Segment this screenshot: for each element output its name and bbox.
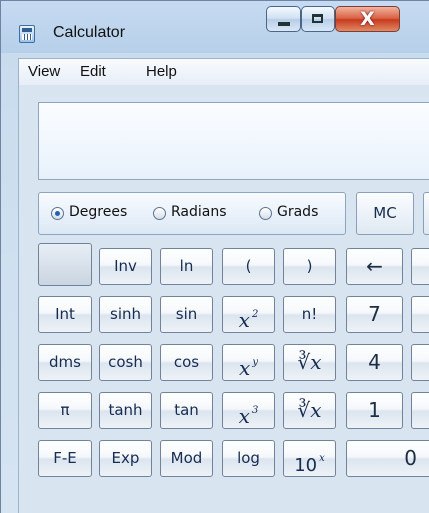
hyperbolic-cosine-button[interactable]: cosh: [99, 344, 152, 381]
ten-power-exponent: x: [319, 453, 325, 464]
hyperbolic-sine-button[interactable]: sinh: [99, 296, 152, 333]
factorial-button[interactable]: n!: [283, 296, 336, 333]
power-button[interactable]: xy: [222, 344, 275, 381]
four-button[interactable]: 4: [346, 344, 403, 381]
menu-view[interactable]: View: [28, 63, 60, 80]
calculator-display: [38, 102, 429, 180]
fixed-exponent-button[interactable]: F-E: [38, 440, 92, 477]
degrees-label: Degrees: [69, 204, 128, 220]
window-title: Calculator: [53, 24, 126, 41]
blank-button: [38, 243, 92, 286]
dms-button[interactable]: dms: [38, 344, 92, 381]
grads-radio[interactable]: Grads: [259, 204, 344, 224]
cube-button[interactable]: x3: [222, 392, 275, 429]
radians-label: Radians: [171, 204, 227, 220]
close-parenthesis-button[interactable]: ): [283, 248, 336, 285]
radio-unselected-icon: [259, 207, 272, 220]
radians-radio[interactable]: Radians: [153, 204, 248, 224]
hyperbolic-tangent-button[interactable]: tanh: [99, 392, 152, 429]
ten-base: 10: [294, 455, 318, 476]
inverse-button[interactable]: Inv: [99, 248, 152, 285]
seven-button[interactable]: 7: [346, 296, 403, 333]
cube-exponent: 3: [251, 405, 259, 416]
close-icon: X: [360, 8, 375, 30]
natural-log-button[interactable]: ln: [160, 248, 213, 285]
square-exponent: 2: [251, 309, 259, 320]
calculator-window: Calculator X View Edit Help Degrees Radi…: [0, 0, 429, 513]
minimize-button[interactable]: [266, 6, 301, 32]
menu-edit[interactable]: Edit: [80, 63, 106, 80]
x-symbol: x: [238, 308, 250, 332]
calculator-icon: [19, 25, 35, 43]
cosine-button[interactable]: cos: [160, 344, 213, 381]
minimize-icon: [278, 22, 290, 26]
maximize-icon: [312, 14, 323, 23]
memory-recall-button[interactable]: [423, 192, 429, 235]
modulo-button[interactable]: Mod: [160, 440, 213, 477]
radio-selected-icon: [51, 207, 64, 220]
exp-button[interactable]: Exp: [99, 440, 152, 477]
five-button-partial[interactable]: [411, 344, 429, 381]
sine-button[interactable]: sin: [160, 296, 213, 333]
ten-power-button[interactable]: 10 x: [283, 440, 336, 477]
memory-clear-button[interactable]: MC: [356, 192, 414, 235]
x-symbol: x: [239, 356, 251, 380]
x-symbol: x: [238, 404, 250, 428]
eight-button-partial[interactable]: [411, 296, 429, 333]
integer-button[interactable]: Int: [38, 296, 92, 333]
root-button[interactable]: ∛x: [283, 344, 336, 381]
radio-unselected-icon: [153, 207, 166, 220]
pi-button[interactable]: π: [38, 392, 92, 429]
log-button[interactable]: log: [222, 440, 275, 477]
two-button-partial[interactable]: [411, 392, 429, 429]
square-button[interactable]: x2: [222, 296, 275, 333]
calculator-body: Degrees Radians Grads MC Inv ln ( ) ← In…: [18, 85, 429, 513]
clear-entry-button[interactable]: [411, 248, 429, 285]
degrees-radio[interactable]: Degrees: [51, 204, 141, 224]
zero-button[interactable]: 0: [346, 440, 429, 477]
close-button[interactable]: X: [335, 6, 400, 32]
one-button[interactable]: 1: [346, 392, 403, 429]
open-parenthesis-button[interactable]: (: [222, 248, 275, 285]
cube-root-button[interactable]: ∛x: [283, 392, 336, 429]
maximize-button[interactable]: [301, 6, 335, 32]
angle-mode-group: Degrees Radians Grads: [38, 192, 346, 235]
tangent-button[interactable]: tan: [160, 392, 213, 429]
grads-label: Grads: [277, 204, 319, 220]
menu-bar: View Edit Help: [18, 58, 429, 85]
title-bar[interactable]: Calculator X: [1, 1, 429, 53]
backspace-button[interactable]: ←: [346, 248, 403, 285]
menu-help[interactable]: Help: [146, 63, 177, 80]
power-exponent: y: [252, 357, 258, 368]
